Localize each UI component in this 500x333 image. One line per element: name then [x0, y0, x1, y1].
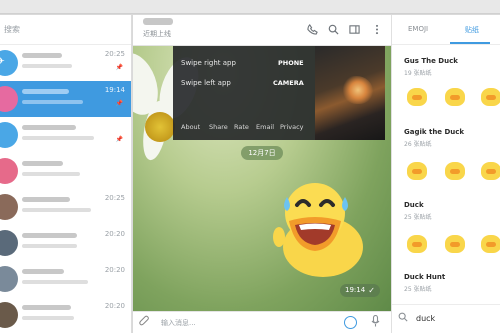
chat-list-item[interactable]: 19:14 📌 [0, 81, 131, 117]
photo-thumbnail[interactable] [315, 46, 385, 140]
avatar [0, 122, 18, 148]
search-icon [398, 312, 408, 325]
message-time-chip: 19:14 ✓ [340, 284, 380, 297]
chat-area: 近期上线 Swipe right app PHONE Swipe left ap… [133, 15, 391, 333]
chat-time: 20:20 [104, 302, 125, 310]
sticker[interactable] [478, 159, 500, 183]
daisy-center [145, 112, 175, 142]
chat-status: 近期上线 [143, 30, 171, 38]
avatar: ✈ [0, 50, 18, 76]
privacy-link[interactable]: Privacy [280, 123, 304, 131]
chat-list: ✈ 20:25 📌 19:14 📌 📌 20:25 20:20 20:20 20:20 [0, 45, 131, 333]
duck-sticker-message[interactable] [263, 175, 373, 285]
chat-list-item[interactable]: 20:25 [0, 189, 131, 225]
active-tab-underline [450, 42, 490, 44]
emoji-icon[interactable] [344, 316, 357, 329]
sticker[interactable] [404, 159, 430, 183]
avatar [0, 86, 18, 112]
pack-count: 25 张贴纸 [404, 286, 432, 293]
swipe-left-value: CAMERA [273, 79, 304, 87]
search-icon[interactable] [327, 24, 339, 36]
sticker[interactable] [442, 232, 468, 256]
avatar [0, 194, 18, 220]
share-link[interactable]: Share [209, 123, 228, 131]
chat-preview-redacted [22, 305, 94, 320]
microphone-icon[interactable] [371, 314, 380, 330]
chat-time: 20:25 [104, 50, 125, 58]
avatar [0, 266, 18, 292]
email-link[interactable]: Email [256, 123, 274, 131]
telegram-window: 搜索 ✈ 20:25 📌 19:14 📌 📌 20:25 20:20 20:20 20:20 近期… [0, 0, 500, 333]
date-chip: 12月7日 [241, 146, 283, 160]
sidebar-toggle-icon[interactable] [348, 24, 360, 36]
chat-title-redacted[interactable] [143, 18, 173, 25]
chat-list-item[interactable]: 20:20 [0, 261, 131, 297]
message-composer: 输入消息... [133, 311, 391, 333]
sticker-search-input[interactable]: duck [416, 314, 435, 323]
sticker[interactable] [478, 232, 500, 256]
pack-title: Duck [404, 201, 424, 209]
pin-icon: 📌 [115, 64, 123, 71]
chat-preview-redacted [22, 161, 94, 176]
chat-time: 20:25 [104, 194, 125, 202]
pack-title: Duck Hunt [404, 273, 446, 281]
avatar [0, 302, 18, 328]
more-options-icon[interactable] [371, 24, 383, 36]
swipe-left-label: Swipe left app [181, 79, 231, 87]
pin-icon: 📌 [115, 100, 123, 107]
tab-emoji[interactable]: EMOJI [408, 25, 428, 33]
read-check-icon: ✓ [368, 286, 375, 295]
chat-preview-redacted [22, 53, 94, 68]
sticker-panel: EMOJI 贴纸 Gus The Duck 19 张贴纸 Gagik the D… [391, 15, 500, 333]
swipe-right-value: PHONE [278, 59, 304, 67]
chat-preview-redacted [22, 89, 94, 104]
chat-list-item[interactable]: 20:20 [0, 297, 131, 333]
sticker[interactable] [442, 159, 468, 183]
pin-icon: 📌 [115, 136, 123, 143]
avatar [0, 230, 18, 256]
window-top-strip [0, 0, 500, 14]
pack-title: Gus The Duck [404, 57, 458, 65]
pack-count: 19 张贴纸 [404, 70, 432, 77]
chat-list-sidebar: 搜索 ✈ 20:25 📌 19:14 📌 📌 20:25 20:20 20:20 20:20 [0, 15, 132, 333]
message-input[interactable]: 输入消息... [161, 318, 196, 328]
chat-time: 20:20 [104, 266, 125, 274]
tab-stickers[interactable]: 贴纸 [465, 25, 479, 35]
app-preview-message[interactable]: Swipe right app PHONE Swipe left app CAM… [173, 46, 315, 140]
pack-count: 26 张贴纸 [404, 141, 432, 148]
chat-list-item[interactable]: 20:20 [0, 225, 131, 261]
sticker-tabs: EMOJI 贴纸 [392, 15, 500, 45]
swipe-right-label: Swipe right app [181, 59, 236, 67]
sticker-search-box[interactable]: duck [392, 304, 500, 333]
sticker[interactable] [478, 85, 500, 109]
pack-title: Gagik the Duck [404, 128, 465, 136]
chat-preview-redacted [22, 269, 94, 284]
fire-photo-content [343, 76, 373, 104]
chat-list-item[interactable]: 📌 [0, 117, 131, 153]
chat-preview-redacted [22, 197, 94, 212]
about-link[interactable]: About [181, 123, 200, 131]
chat-search-box[interactable]: 搜索 [0, 15, 131, 45]
chat-list-item[interactable] [0, 153, 131, 189]
pack-count: 25 张贴纸 [404, 214, 432, 221]
phone-icon[interactable] [306, 24, 318, 36]
telegram-icon: ✈ [0, 57, 6, 67]
sticker[interactable] [404, 85, 430, 109]
chat-list-item[interactable]: ✈ 20:25 📌 [0, 45, 131, 81]
message-time: 19:14 [345, 286, 366, 294]
sticker[interactable] [442, 85, 468, 109]
chat-preview-redacted [22, 233, 94, 248]
rate-link[interactable]: Rate [234, 123, 249, 131]
chat-preview-redacted [22, 125, 94, 140]
chat-header: 近期上线 [133, 15, 391, 46]
chat-time: 20:20 [104, 230, 125, 238]
sticker[interactable] [404, 232, 430, 256]
attach-icon[interactable] [139, 315, 150, 330]
chat-time: 19:14 [104, 86, 125, 94]
avatar [0, 158, 18, 184]
chat-search-placeholder: 搜索 [4, 25, 20, 34]
